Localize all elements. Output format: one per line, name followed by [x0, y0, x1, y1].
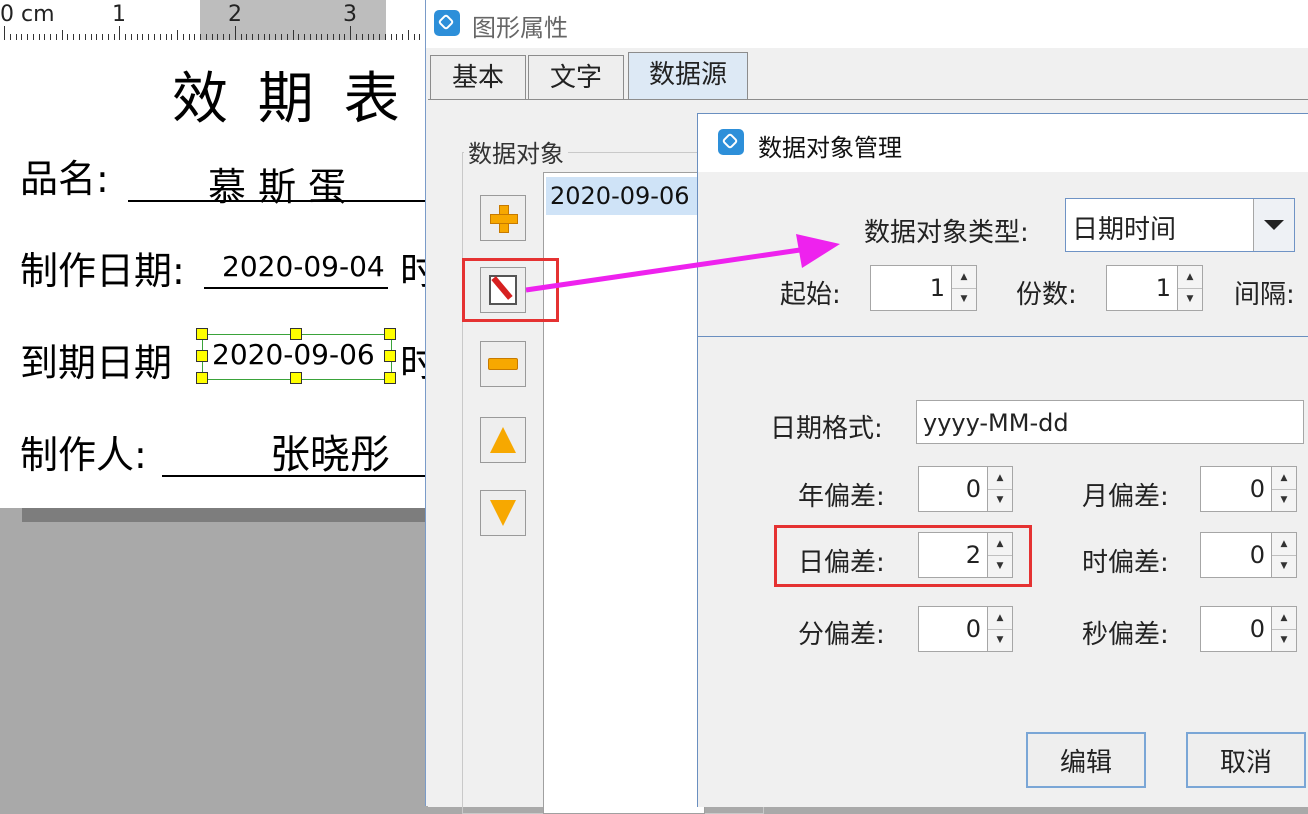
annotation-arrow: [525, 234, 840, 293]
arrow-shaft: [525, 247, 801, 293]
arrow-head: [796, 234, 840, 268]
